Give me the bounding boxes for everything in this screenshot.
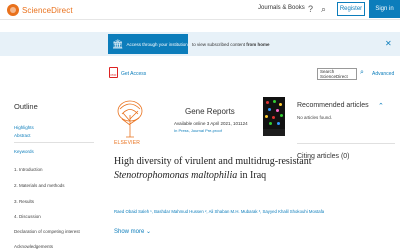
article-title-line2: Stenotrophomonas maltophilia in Iraq: [114, 169, 266, 183]
advanced-search-link[interactable]: Advanced: [372, 71, 394, 77]
banner-text: to view subscribed content from home: [192, 42, 270, 47]
register-button[interactable]: Register: [337, 2, 365, 16]
recommended-articles-title[interactable]: Recommended articles: [297, 102, 369, 109]
elsevier-tree-logo[interactable]: [114, 97, 146, 139]
search-icon[interactable]: ⌕: [321, 3, 326, 15]
outline-item-results[interactable]: 3. Results: [14, 199, 34, 204]
show-more-button[interactable]: Show more ⌄: [114, 228, 151, 235]
sidebar-divider: [297, 143, 395, 144]
get-access-link[interactable]: Get Access: [121, 71, 146, 77]
outline-item-declaration[interactable]: Declaration of competing interest: [14, 229, 80, 234]
search-button-icon[interactable]: ⌕: [360, 69, 364, 77]
logo-text: ScienceDirect: [22, 5, 73, 15]
article-title-tail: in Iraq: [237, 170, 267, 181]
outline-divider: [14, 142, 94, 143]
help-icon[interactable]: ?: [308, 3, 313, 15]
institution-access-banner: 🏛 Access through your institution to vie…: [0, 32, 400, 56]
chevron-down-icon: ⌄: [146, 229, 152, 235]
close-icon[interactable]: ✕: [385, 39, 392, 48]
article-title-species: Stenotrophomonas maltophilia: [114, 170, 238, 181]
show-more-label: Show more: [114, 229, 145, 235]
journal-name[interactable]: Gene Reports: [185, 107, 235, 116]
outline-item-highlights[interactable]: Highlights: [14, 125, 34, 130]
sciencedirect-logo[interactable]: ScienceDirect: [7, 4, 73, 16]
sciencedirect-logo-icon: [7, 4, 19, 16]
outline-item-acknowledgements[interactable]: Acknowledgements: [14, 244, 53, 249]
elsevier-wordmark: ELSEVIER: [114, 140, 141, 146]
journals-books-link[interactable]: Journals & Books: [258, 5, 305, 11]
banner-text-prefix: to view subscribed content: [192, 42, 246, 47]
pdf-icon[interactable]: PDF: [109, 67, 118, 78]
search-input[interactable]: Search ScienceDirect: [317, 68, 357, 80]
outline-title: Outline: [14, 102, 38, 111]
outline-item-discussion[interactable]: 4. Discussion: [14, 214, 41, 219]
top-header: ScienceDirect Journals & Books ? ⌕ Regis…: [0, 0, 400, 20]
outline-item-introduction[interactable]: 1. Introduction: [14, 167, 43, 172]
article-title-line1: High diversity of virulent and multidrug…: [114, 156, 312, 167]
citing-articles-title[interactable]: Citing articles (0): [297, 153, 350, 160]
banner-text-bold: from home: [246, 42, 270, 47]
in-press-label[interactable]: In Press, Journal Pre-proof: [174, 128, 222, 133]
access-label: Access through your institution: [126, 41, 188, 47]
sign-in-button[interactable]: Sign in: [369, 0, 400, 18]
chevron-up-icon[interactable]: ⌃: [378, 102, 384, 110]
journal-cover-footer: [263, 129, 285, 136]
access-through-institution-button[interactable]: 🏛 Access through your institution: [108, 34, 188, 54]
author-list[interactable]: Raed Obaid Saleh ¹, Bashdar Mahmud Husse…: [114, 209, 324, 214]
recommended-empty-text: No articles found.: [297, 115, 333, 120]
outline-item-materials-methods[interactable]: 2. Materials and methods: [14, 183, 65, 188]
outline-item-abstract[interactable]: Abstract: [14, 133, 31, 138]
institution-icon: 🏛: [112, 38, 124, 49]
journal-availability: Available online 3 April 2021, 101124: [174, 121, 248, 126]
outline-item-keywords[interactable]: Keywords: [14, 149, 34, 154]
journal-cover-image[interactable]: [263, 97, 285, 129]
